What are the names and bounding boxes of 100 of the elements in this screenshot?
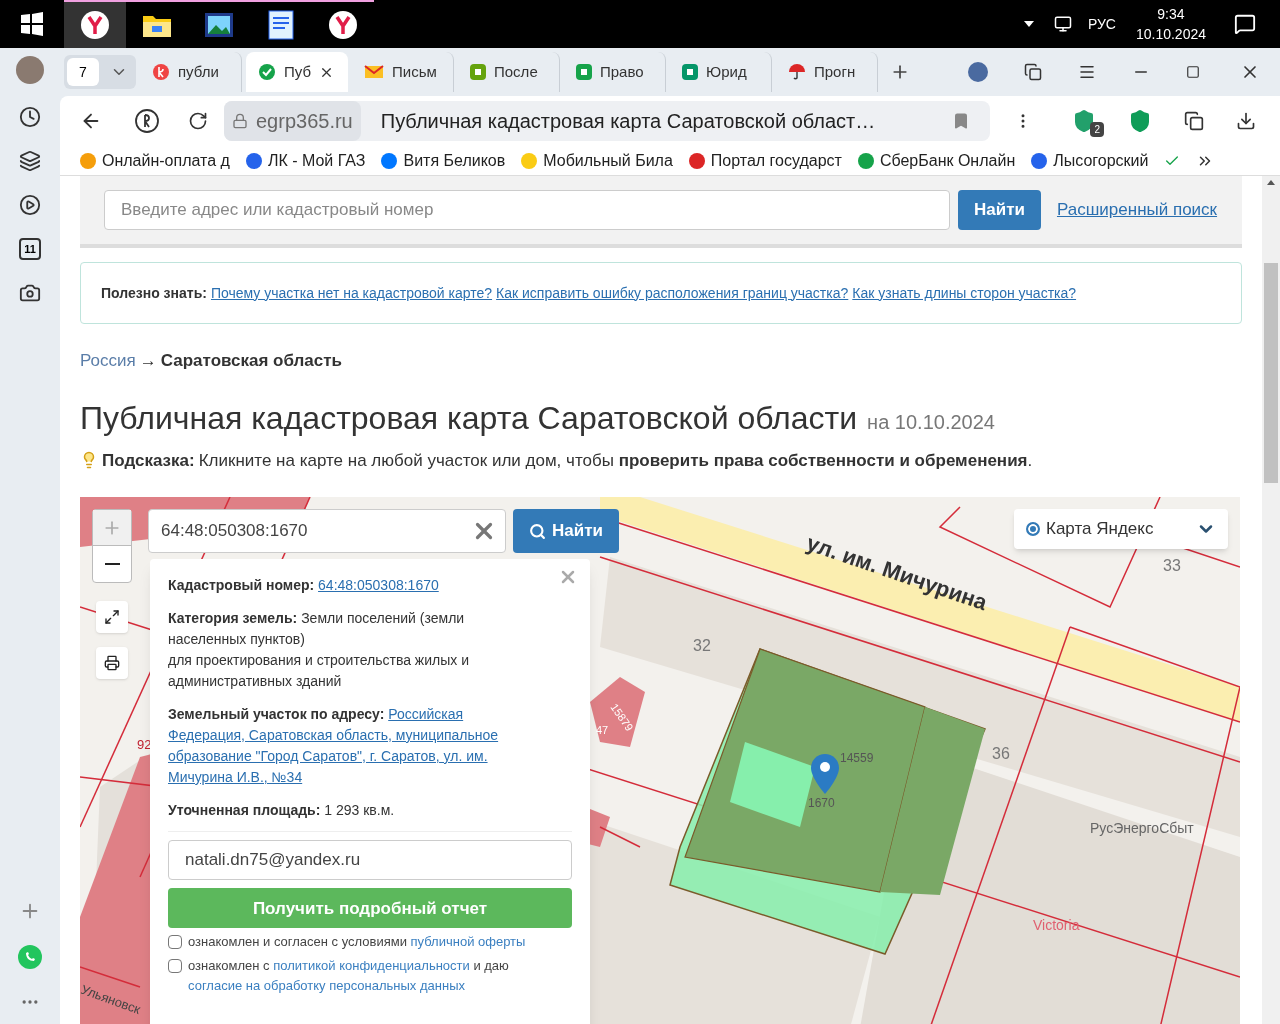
map-search-button[interactable]: Найти: [513, 509, 619, 553]
map-label: 32: [693, 637, 711, 654]
consent-checkbox[interactable]: [168, 935, 182, 949]
consent-link[interactable]: политикой конфиденциальности: [273, 956, 470, 976]
clock-time[interactable]: 9:34: [1157, 4, 1185, 24]
scrollbar[interactable]: [1262, 176, 1280, 1024]
notifications-icon[interactable]: [1234, 13, 1256, 35]
consent-link[interactable]: публичной оферты: [410, 932, 526, 952]
land-usage: для проектирования и строительства жилых и административных зданий: [168, 651, 470, 691]
address-bar[interactable]: egrp365.ru Публичная кадастровая карта Саратовской област…: [224, 101, 990, 141]
site-icon: [682, 64, 698, 80]
bookmark-item[interactable]: Портал государст: [688, 148, 842, 173]
browser-icon: [80, 10, 110, 40]
maximize-icon[interactable]: [1186, 65, 1200, 79]
browser-tab[interactable]: Прогн: [776, 52, 878, 92]
extension-icon[interactable]: [1184, 111, 1204, 131]
parcel-area: Уточненная площадь: 1 293 кв.м.: [168, 800, 572, 821]
cadastral-link[interactable]: 64:48:050308:1670: [318, 577, 439, 593]
email-field[interactable]: natali.dn75@yandex.ru: [168, 840, 572, 880]
browser-tab[interactable]: Право: [564, 52, 666, 92]
search-button[interactable]: Найти: [958, 190, 1041, 230]
page-heading: Публичная кадастровая карта Саратовской области: [80, 398, 858, 438]
bookmark-item[interactable]: ЛК - Мой ГАЗ: [245, 148, 366, 173]
bookmark-item[interactable]: Витя Беликов: [381, 148, 506, 173]
parcel-address: Земельный участок по адресу: Российская Федерация, Саратовская область, муниципальное образование "Город Саратов", г. Саратов, ул. им. Мичурина И.В., №34: [168, 705, 500, 787]
minus-icon: [104, 563, 120, 565]
consent-checkbox[interactable]: [168, 959, 182, 973]
radio-button[interactable]: [1026, 522, 1040, 536]
map-label: 47: [596, 724, 609, 736]
bookmark-item[interactable]: Мобильный Била: [521, 148, 673, 173]
menu-icon[interactable]: [1078, 63, 1096, 81]
help-link[interactable]: Как исправить ошибку расположения границ участка?: [496, 282, 849, 304]
browser-tab[interactable]: После: [458, 52, 560, 92]
tab-counter[interactable]: 7: [67, 58, 99, 86]
cadastral-number: Кадастровый номер: 64:48:050308:1670: [168, 576, 440, 595]
reload-icon[interactable]: [188, 111, 208, 131]
heading-date: на 10.10.2024: [867, 409, 995, 435]
envelope-icon: [364, 64, 384, 80]
map-label: 92: [137, 737, 152, 752]
shield-icon[interactable]: [1072, 109, 1096, 133]
extension-badge: 2: [1090, 122, 1104, 137]
play-icon[interactable]: [19, 194, 41, 216]
profile-avatar[interactable]: [968, 62, 988, 82]
print-button[interactable]: [96, 647, 128, 679]
lock-icon: [232, 113, 248, 129]
collections-icon[interactable]: [19, 150, 41, 172]
clock-date[interactable]: 10.10.2024: [1135, 24, 1206, 44]
browser-tab[interactable]: Юрид: [670, 52, 772, 92]
map-label: 36: [992, 745, 1010, 762]
fullscreen-button[interactable]: [96, 601, 128, 633]
document-icon: [268, 10, 294, 40]
shield-check-icon[interactable]: [1128, 109, 1152, 133]
expand-icon: [104, 609, 120, 625]
browser-tab[interactable]: Пуб: [246, 52, 348, 92]
map-search-field[interactable]: 64:48:050308:1670: [148, 509, 506, 553]
hd-icon: [470, 64, 486, 80]
printer-icon: [104, 655, 120, 671]
breadcrumb-current: Саратовская область: [160, 350, 343, 372]
calendar-button[interactable]: 11: [19, 238, 41, 260]
consent-text: и даю: [472, 957, 510, 975]
breadcrumb-separator: →: [139, 350, 157, 372]
advanced-search-link[interactable]: Расширенный поиск: [1056, 197, 1218, 223]
browser-logo-icon[interactable]: [134, 108, 160, 134]
bookmark-item[interactable]: Лысогорский: [1031, 148, 1149, 173]
browser-tab[interactable]: публи: [140, 52, 242, 92]
network-icon[interactable]: [1053, 15, 1072, 33]
umbrella-icon: [788, 63, 806, 81]
bookmark-item[interactable]: Онлайн-оплата д: [80, 148, 230, 173]
download-icon[interactable]: [1236, 111, 1256, 131]
map-label: 14559: [840, 751, 874, 765]
start-icon[interactable]: [20, 12, 44, 36]
bookmark-item[interactable]: СберБанк Онлайн: [857, 148, 1016, 173]
history-icon[interactable]: [19, 106, 41, 128]
map-marker-icon: [811, 754, 839, 794]
consent-text: ознакомлен с: [188, 957, 271, 975]
screenshot-icon[interactable]: [19, 282, 41, 304]
browser-icon: [328, 10, 358, 40]
scroll-up-icon[interactable]: [1267, 180, 1275, 185]
help-link[interactable]: Почему участка нет на кадастровой карте?: [210, 282, 493, 304]
language-indicator[interactable]: РУС: [1087, 14, 1116, 34]
help-link[interactable]: Как узнать длины сторон участка?: [852, 282, 1077, 304]
scrollbar-thumb[interactable]: [1264, 263, 1278, 483]
address-search-field[interactable]: Введите адрес или кадастровый номер: [104, 190, 950, 230]
browser-tab[interactable]: Письм: [352, 52, 454, 92]
bookmark-icon[interactable]: [952, 112, 970, 130]
taskbar-app[interactable]: [64, 0, 126, 48]
map-label: РусЭнергоСбыт: [1090, 820, 1194, 836]
avatar[interactable]: [16, 56, 44, 84]
breadcrumb-link[interactable]: Россия: [80, 348, 136, 374]
layer-select[interactable]: Карта Яндекс: [1014, 509, 1228, 549]
site-icon: [576, 64, 592, 80]
hint-label: Подсказка:: [102, 449, 195, 472]
consent-link[interactable]: согласие на обработку персональных данных: [188, 976, 465, 996]
page-title: Публичная кадастровая карта Саратовской област…: [380, 109, 876, 134]
map-label: 1670: [808, 796, 835, 810]
caret-icon[interactable]: [1023, 21, 1034, 27]
site-icon: [152, 63, 170, 81]
picture-icon: [204, 12, 234, 38]
map-label: Victoria: [1033, 917, 1080, 933]
tabs-icon[interactable]: [1024, 63, 1042, 81]
